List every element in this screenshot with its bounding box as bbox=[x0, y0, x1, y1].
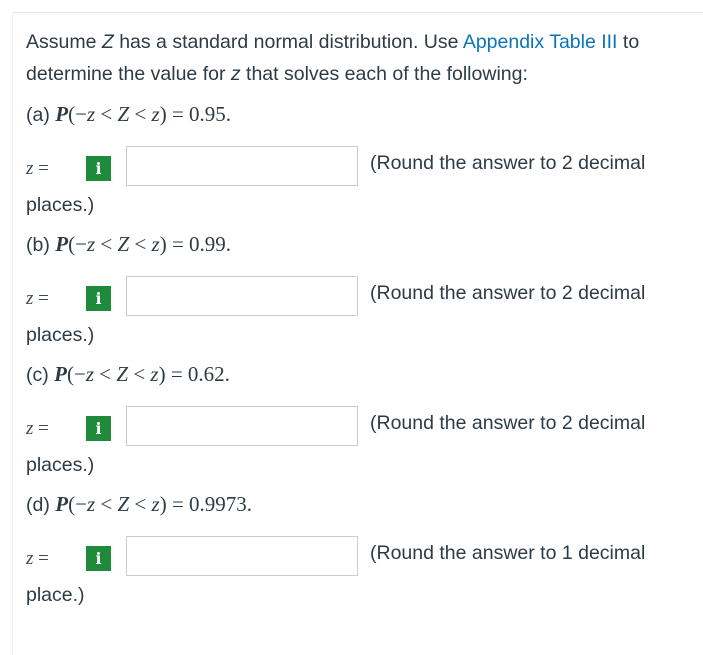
part-d-expression: P(−z < Z < z) = 0.9973. bbox=[55, 492, 253, 516]
part-b-label: (b) bbox=[26, 234, 50, 256]
info-icon[interactable]: i bbox=[86, 546, 111, 571]
part-c-label: (c) bbox=[26, 364, 49, 386]
part-d-z-label: z = bbox=[26, 548, 49, 569]
part-a-title: (a) P(−z < Z < z) = 0.95. bbox=[26, 98, 696, 130]
part-c-expression: P(−z < Z < z) = 0.62. bbox=[54, 362, 230, 386]
part-b-places: places.) bbox=[26, 324, 95, 346]
part-b-answer-input[interactable] bbox=[126, 276, 358, 316]
intro-var-z: z bbox=[230, 63, 241, 85]
top-divider bbox=[12, 12, 703, 13]
part-c-title: (c) P(−z < Z < z) = 0.62. bbox=[26, 358, 696, 390]
part-c-z-label: z = bbox=[26, 418, 49, 439]
part-b-expression: P(−z < Z < z) = 0.99. bbox=[55, 232, 232, 256]
part-a-answer-input[interactable] bbox=[126, 146, 358, 186]
question-body: Assume Z has a standard normal distribut… bbox=[26, 26, 696, 610]
part-a-places: places.) bbox=[26, 194, 95, 216]
part-b-title: (b) P(−z < Z < z) = 0.99. bbox=[26, 228, 696, 260]
appendix-table-link[interactable]: Appendix Table III bbox=[463, 31, 618, 53]
info-icon[interactable]: i bbox=[86, 416, 111, 441]
part-d-answer-row: z = i (Round the answer to 1 decimal bbox=[26, 536, 696, 580]
part-c-answer-row: z = i (Round the answer to 2 decimal bbox=[26, 406, 696, 450]
part-c-round-note: (Round the answer to 2 decimal bbox=[370, 412, 646, 434]
part-a-expression: P(−z < Z < z) = 0.95. bbox=[55, 102, 232, 126]
part-d-label: (d) bbox=[26, 494, 50, 516]
intro-text-1: Assume bbox=[26, 31, 102, 53]
part-a-label: (a) bbox=[26, 104, 50, 126]
intro-var-Z: Z bbox=[101, 31, 114, 53]
part-b-z-label: z = bbox=[26, 288, 49, 309]
intro-text-2: has a standard normal distribution. Use bbox=[113, 31, 463, 53]
part-d-answer-input[interactable] bbox=[126, 536, 358, 576]
intro-text-4: that solves each of the following: bbox=[240, 63, 528, 85]
question-intro: Assume Z has a standard normal distribut… bbox=[26, 26, 696, 90]
part-b-answer-row: z = i (Round the answer to 2 decimal bbox=[26, 276, 696, 320]
part-c-places: places.) bbox=[26, 454, 95, 476]
info-icon[interactable]: i bbox=[86, 156, 111, 181]
part-d-round-note: (Round the answer to 1 decimal bbox=[370, 542, 646, 564]
left-divider bbox=[12, 12, 13, 655]
part-a-z-label: z = bbox=[26, 158, 49, 179]
part-b-round-note: (Round the answer to 2 decimal bbox=[370, 282, 646, 304]
part-c-answer-input[interactable] bbox=[126, 406, 358, 446]
part-d-title: (d) P(−z < Z < z) = 0.9973. bbox=[26, 488, 696, 520]
part-a-answer-row: z = i (Round the answer to 2 decimal bbox=[26, 146, 696, 190]
part-a-round-note: (Round the answer to 2 decimal bbox=[370, 152, 646, 174]
part-d-places: place.) bbox=[26, 584, 85, 606]
info-icon[interactable]: i bbox=[86, 286, 111, 311]
